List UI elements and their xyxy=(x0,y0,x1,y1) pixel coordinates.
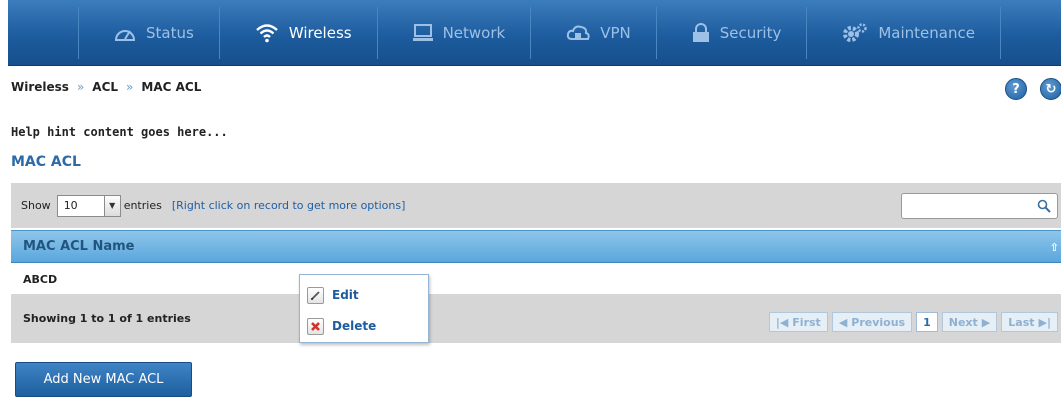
right-click-hint: [Right click on record to get more optio… xyxy=(171,199,406,212)
pager-next-label: Next xyxy=(948,315,978,329)
pager-previous-button[interactable]: ◀ Previous xyxy=(831,312,913,332)
section-title: MAC ACL xyxy=(11,154,81,170)
nav-item-label: Status xyxy=(146,23,194,42)
breadcrumb-item-acl[interactable]: ACL xyxy=(92,80,118,94)
breadcrumb-separator: » xyxy=(126,80,134,94)
top-nav-bar: Status Wireless Network VPN Security Mai… xyxy=(8,0,1061,66)
pager-page-1[interactable]: 1 xyxy=(916,312,938,332)
sort-up-icon[interactable]: ⇧ xyxy=(1050,241,1059,254)
column-header-mac-acl-name[interactable]: MAC ACL Name ⇧ xyxy=(11,230,1061,263)
previous-page-icon: ◀ xyxy=(838,315,848,329)
nav-item-status[interactable]: Status xyxy=(78,6,220,59)
delete-x-icon xyxy=(307,317,324,335)
gears-icon xyxy=(843,22,868,42)
cloud-lock-icon xyxy=(567,25,590,40)
showing-entries-text: Showing 1 to 1 of 1 entries xyxy=(23,312,191,325)
nav-item-label: Security xyxy=(719,23,782,42)
dropdown-arrow-icon[interactable]: ▼ xyxy=(103,195,120,216)
entries-select-value: 10 xyxy=(63,199,78,212)
padlock-icon xyxy=(692,22,709,42)
table-row[interactable]: ABCD xyxy=(11,264,1061,294)
pager-last-button[interactable]: Last ▶| xyxy=(1001,312,1058,332)
pager-first-label: First xyxy=(792,315,821,329)
pagination: |◀ First ◀ Previous 1 Next ▶ Last ▶| xyxy=(768,312,1058,332)
nav-item-label: Maintenance xyxy=(878,23,975,42)
entries-per-page-select[interactable]: 10 ▼ xyxy=(56,194,121,217)
nav-item-security[interactable]: Security xyxy=(657,6,808,59)
nav-item-label: VPN xyxy=(600,23,631,42)
last-page-icon: ▶| xyxy=(1038,315,1051,329)
pager-first-button[interactable]: |◀ First xyxy=(768,312,828,332)
pager-previous-label: Previous xyxy=(851,315,906,329)
help-hint-text: Help hint content goes here... xyxy=(11,125,228,139)
breadcrumb-separator: » xyxy=(76,80,85,94)
nav-item-label: Wireless xyxy=(288,23,352,42)
add-new-mac-acl-button[interactable]: Add New MAC ACL xyxy=(15,362,192,397)
nav-item-label: Network xyxy=(442,23,506,42)
nav-item-vpn[interactable]: VPN xyxy=(531,6,657,59)
context-menu-edit-label: Edit xyxy=(332,288,359,302)
next-page-icon: ▶ xyxy=(981,315,991,329)
context-menu: Edit Delete xyxy=(299,274,429,343)
nav-item-network[interactable]: Network xyxy=(378,6,532,59)
show-label: Show xyxy=(21,199,51,212)
gauge-icon xyxy=(114,29,136,41)
table-footer: Showing 1 to 1 of 1 entries |◀ First ◀ Pre… xyxy=(11,294,1061,343)
search-box xyxy=(901,193,1058,219)
entries-label: entries xyxy=(123,199,162,212)
wifi-icon xyxy=(256,23,278,42)
pager-last-label: Last xyxy=(1008,315,1035,329)
monitor-icon xyxy=(412,23,433,41)
breadcrumb-item-wireless[interactable]: Wireless xyxy=(11,80,69,94)
nav-item-wireless[interactable]: Wireless xyxy=(220,6,378,59)
help-icon[interactable]: ? xyxy=(1005,78,1027,100)
pager-next-button[interactable]: Next ▶ xyxy=(941,312,998,332)
breadcrumb: Wireless » ACL » MAC ACL xyxy=(11,80,201,94)
column-header-label: MAC ACL Name xyxy=(23,239,135,254)
search-input[interactable] xyxy=(902,194,1032,218)
search-icon[interactable] xyxy=(1037,199,1051,213)
pencil-icon xyxy=(307,286,324,304)
context-menu-delete-label: Delete xyxy=(332,319,377,333)
table-cell-mac-acl-name: ABCD xyxy=(23,272,58,286)
context-menu-delete[interactable]: Delete xyxy=(307,315,376,337)
refresh-icon[interactable]: ↻ xyxy=(1040,78,1061,100)
table-toolbar: Show 10 ▼ entries [Right click on record… xyxy=(11,183,1061,228)
breadcrumb-item-mac-acl: MAC ACL xyxy=(141,80,202,94)
first-page-icon: |◀ xyxy=(775,315,789,329)
context-menu-edit[interactable]: Edit xyxy=(307,284,359,306)
nav-item-maintenance[interactable]: Maintenance xyxy=(807,6,1001,59)
